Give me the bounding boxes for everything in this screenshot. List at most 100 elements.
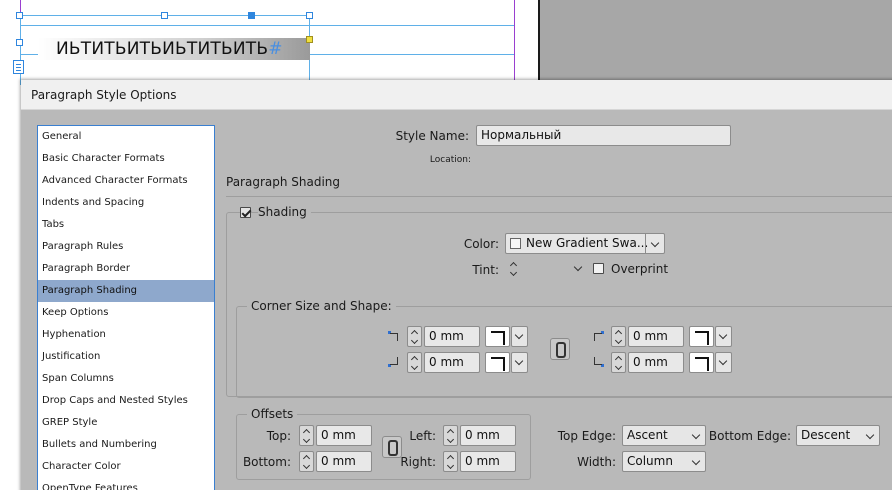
paragraph-style-options-dialog: Paragraph Style Options General Basic Cha…: [21, 80, 892, 490]
bottom-edge-label: Bottom Edge:: [708, 429, 791, 443]
section-divider: [226, 196, 892, 197]
tint-stepper-icon[interactable]: [507, 259, 522, 280]
category-item-paragraph-shading[interactable]: Paragraph Shading: [38, 280, 214, 302]
category-item-bullets-and-numbering[interactable]: Bullets and Numbering: [38, 434, 214, 456]
corner-top-left-shape-dropdown[interactable]: [511, 326, 528, 347]
offset-right-stepper[interactable]: [443, 451, 458, 472]
category-item-justification[interactable]: Justification: [38, 346, 214, 368]
width-value: Column: [627, 454, 673, 468]
tint-label: Tint:: [472, 263, 499, 277]
corner-bottom-right-shape-icon[interactable]: [689, 352, 714, 373]
top-edge-label: Top Edge:: [557, 429, 616, 443]
offset-top-input[interactable]: 0 mm: [316, 425, 372, 446]
end-of-story-marker: #: [268, 39, 283, 59]
shading-checkbox[interactable]: [240, 207, 251, 218]
chevron-down-icon: [691, 456, 701, 466]
corner-size-title: Corner Size and Shape:: [247, 299, 396, 313]
frame-handle-top-left[interactable]: [16, 12, 23, 19]
style-name-label: Style Name:: [395, 129, 469, 143]
offsets-title: Offsets: [247, 407, 298, 421]
category-item-hyphenation[interactable]: Hyphenation: [38, 324, 214, 346]
corner-bottom-left-stepper[interactable]: [407, 352, 422, 373]
style-name-input[interactable]: Нормальный: [476, 125, 731, 146]
corner-bottom-left-shape-icon[interactable]: [485, 352, 510, 373]
category-item-grep-style[interactable]: GREP Style: [38, 412, 214, 434]
category-item-drop-caps-and-nested-styles[interactable]: Drop Caps and Nested Styles: [38, 390, 214, 412]
offset-left-stepper[interactable]: [443, 425, 458, 446]
corner-top-left-size-input[interactable]: 0 mm: [424, 326, 480, 347]
corner-top-left-stepper[interactable]: [407, 326, 422, 347]
category-item-opentype-features[interactable]: OpenType Features: [38, 478, 214, 490]
overprint-checkbox[interactable]: [593, 263, 604, 274]
category-list[interactable]: General Basic Character Formats Advanced C…: [37, 125, 215, 490]
location-label: Location:: [429, 155, 471, 165]
offset-top-stepper[interactable]: [299, 425, 314, 446]
overprint-label: Overprint: [611, 262, 669, 276]
chevron-down-icon[interactable]: [573, 262, 583, 272]
dialog-titlebar[interactable]: Paragraph Style Options: [21, 80, 892, 110]
corner-top-right-icon: [594, 331, 604, 341]
link-corners-button[interactable]: [550, 338, 570, 360]
frame-handle-top-middle[interactable]: [161, 12, 168, 19]
chevron-down-icon: [691, 430, 701, 440]
category-item-basic-character-formats[interactable]: Basic Character Formats: [38, 148, 214, 170]
offset-bottom-stepper[interactable]: [299, 451, 314, 472]
corner-bottom-left-size-input[interactable]: 0 mm: [424, 352, 480, 373]
category-item-tabs[interactable]: Tabs: [38, 214, 214, 236]
text-frame-left-edge: [20, 15, 21, 85]
corner-bottom-right-size-input[interactable]: 0 mm: [628, 352, 684, 373]
frame-text: ИЬТИТЬИТЬИЬТИТЬИТЬ: [56, 39, 269, 59]
corner-top-right-size-input[interactable]: 0 mm: [628, 326, 684, 347]
margin-guide-right: [514, 0, 515, 82]
frame-handle-top-right[interactable]: [306, 12, 313, 19]
corner-top-right-shape-icon[interactable]: [689, 326, 714, 347]
frame-handle-center-point[interactable]: [248, 12, 255, 19]
text-thread-icon[interactable]: [13, 60, 24, 74]
dropdown-separator: [645, 234, 646, 253]
document-canvas: ИЬТИТЬИТЬИЬТИТЬИТЬ#: [0, 0, 892, 90]
chevron-down-icon: [865, 430, 875, 440]
corner-bottom-left-shape-dropdown[interactable]: [511, 352, 528, 373]
category-item-indents-and-spacing[interactable]: Indents and Spacing: [38, 192, 214, 214]
shading-checkbox-label: Shading: [258, 205, 311, 219]
bottom-edge-dropdown[interactable]: Descent: [796, 425, 880, 446]
section-title: Paragraph Shading: [226, 175, 341, 189]
offset-left-label: Left:: [409, 429, 436, 443]
pasteboard: [540, 0, 892, 80]
corner-bottom-left-icon: [388, 357, 398, 367]
color-dropdown[interactable]: New Gradient Swa...: [505, 233, 665, 254]
offset-top-label: Top:: [266, 429, 291, 443]
frame-handle-middle-left[interactable]: [16, 39, 23, 46]
corner-top-right-shape-dropdown[interactable]: [715, 326, 732, 347]
frame-handle-corner-option[interactable]: [306, 36, 313, 43]
corner-top-left-icon: [388, 331, 398, 341]
corner-top-left-shape-icon[interactable]: [485, 326, 510, 347]
top-edge-value: Ascent: [627, 428, 668, 442]
page-edge: [538, 0, 540, 80]
dialog-title: Paragraph Style Options: [31, 88, 177, 102]
offset-left-input[interactable]: 0 mm: [460, 425, 516, 446]
category-item-advanced-character-formats[interactable]: Advanced Character Formats: [38, 170, 214, 192]
width-dropdown[interactable]: Column: [622, 451, 706, 472]
category-item-general[interactable]: General: [38, 126, 214, 148]
column-guide-top: [20, 25, 514, 26]
category-item-character-color[interactable]: Character Color: [38, 456, 214, 478]
offset-right-input[interactable]: 0 mm: [460, 451, 516, 472]
corner-bottom-right-icon: [594, 357, 604, 367]
offset-bottom-input[interactable]: 0 mm: [316, 451, 372, 472]
color-value: New Gradient Swa...: [526, 236, 649, 250]
chevron-down-icon: [650, 238, 660, 248]
width-label: Width:: [577, 455, 616, 469]
corner-top-right-stepper[interactable]: [611, 326, 626, 347]
category-item-paragraph-rules[interactable]: Paragraph Rules: [38, 236, 214, 258]
category-item-keep-options[interactable]: Keep Options: [38, 302, 214, 324]
corner-bottom-right-stepper[interactable]: [611, 352, 626, 373]
text-frame-content[interactable]: ИЬТИТЬИТЬИЬТИТЬИТЬ#: [56, 39, 283, 59]
top-edge-dropdown[interactable]: Ascent: [622, 425, 706, 446]
offset-right-label: Right:: [400, 455, 436, 469]
category-item-paragraph-border[interactable]: Paragraph Border: [38, 258, 214, 280]
tint-combo[interactable]: [507, 259, 585, 280]
bottom-edge-value: Descent: [801, 428, 851, 442]
category-item-span-columns[interactable]: Span Columns: [38, 368, 214, 390]
corner-bottom-right-shape-dropdown[interactable]: [715, 352, 732, 373]
